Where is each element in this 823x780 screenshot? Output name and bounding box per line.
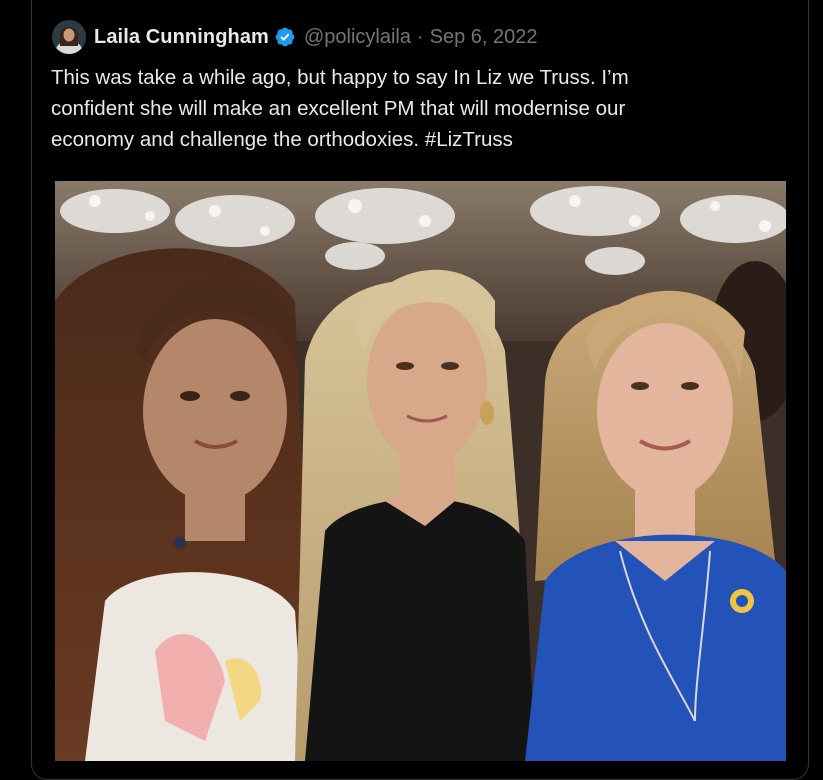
separator-dot: · [416, 25, 424, 48]
tweet-text: This was take a while ago, but happy to … [51, 66, 629, 151]
tweet-timestamp[interactable]: Sep 6, 2022 [430, 26, 538, 49]
display-name[interactable]: Laila Cunningham [94, 26, 269, 49]
verified-badge-icon [275, 27, 295, 47]
tweet-photo[interactable] [55, 181, 786, 761]
tweet-header: Laila Cunningham @policylaila · Sep 6, 2… [52, 19, 538, 55]
user-avatar[interactable] [52, 20, 86, 54]
user-handle[interactable]: @policylaila [304, 26, 411, 49]
photo-illustration [55, 181, 786, 761]
